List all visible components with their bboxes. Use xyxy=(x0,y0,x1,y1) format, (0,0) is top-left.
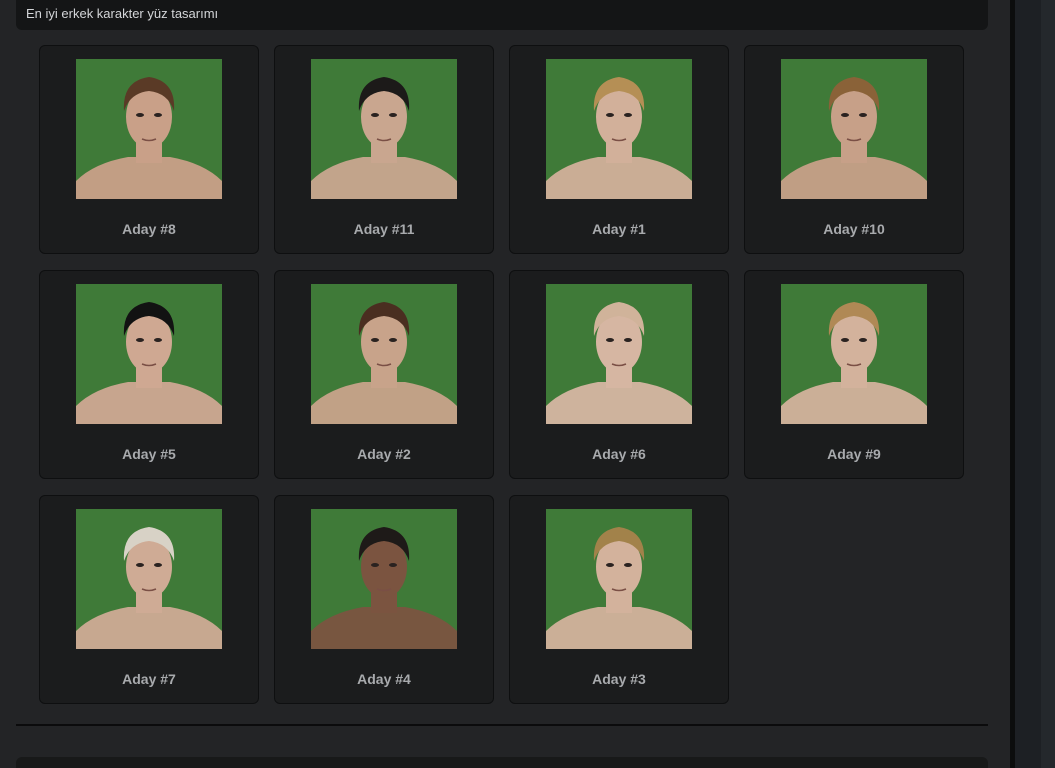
next-section-header xyxy=(16,757,988,768)
candidate-label: Aday #4 xyxy=(357,671,411,687)
section-title: En iyi erkek karakter yüz tasarımı xyxy=(26,6,219,21)
candidate-portrait-image xyxy=(781,59,927,199)
candidate-card[interactable]: Aday #8 xyxy=(39,45,259,254)
candidate-card[interactable]: Aday #1 xyxy=(509,45,729,254)
candidate-card[interactable]: Aday #3 xyxy=(509,495,729,704)
candidate-label: Aday #6 xyxy=(592,446,646,462)
candidate-grid: Aday #8 Aday #11 Aday #1 Aday #10 Aday #5 Ada… xyxy=(39,45,964,704)
candidate-label: Aday #10 xyxy=(823,221,885,237)
candidate-portrait-image xyxy=(76,284,222,424)
candidate-card[interactable]: Aday #10 xyxy=(744,45,964,254)
candidate-portrait-image xyxy=(546,59,692,199)
candidate-card[interactable]: Aday #5 xyxy=(39,270,259,479)
candidate-label: Aday #8 xyxy=(122,221,176,237)
candidate-label: Aday #2 xyxy=(357,446,411,462)
divider xyxy=(16,724,988,726)
candidate-portrait-image xyxy=(781,284,927,424)
candidate-label: Aday #5 xyxy=(122,446,176,462)
candidate-card[interactable]: Aday #9 xyxy=(744,270,964,479)
candidate-portrait-image xyxy=(546,284,692,424)
candidate-card[interactable]: Aday #7 xyxy=(39,495,259,704)
candidate-portrait-image xyxy=(546,509,692,649)
candidate-card[interactable]: Aday #4 xyxy=(274,495,494,704)
candidate-label: Aday #1 xyxy=(592,221,646,237)
candidate-portrait-image xyxy=(76,509,222,649)
candidate-portrait-image xyxy=(311,284,457,424)
page: En iyi erkek karakter yüz tasarımı Aday … xyxy=(0,0,1055,768)
candidate-portrait-image xyxy=(311,59,457,199)
candidate-portrait-image xyxy=(311,509,457,649)
right-side-panel-inner xyxy=(1041,0,1055,768)
candidate-label: Aday #9 xyxy=(827,446,881,462)
candidate-label: Aday #7 xyxy=(122,671,176,687)
candidate-card[interactable]: Aday #11 xyxy=(274,45,494,254)
candidate-label: Aday #3 xyxy=(592,671,646,687)
candidate-card[interactable]: Aday #6 xyxy=(509,270,729,479)
section-header: En iyi erkek karakter yüz tasarımı xyxy=(16,0,988,30)
candidate-card[interactable]: Aday #2 xyxy=(274,270,494,479)
candidate-portrait-image xyxy=(76,59,222,199)
candidate-label: Aday #11 xyxy=(353,221,415,237)
